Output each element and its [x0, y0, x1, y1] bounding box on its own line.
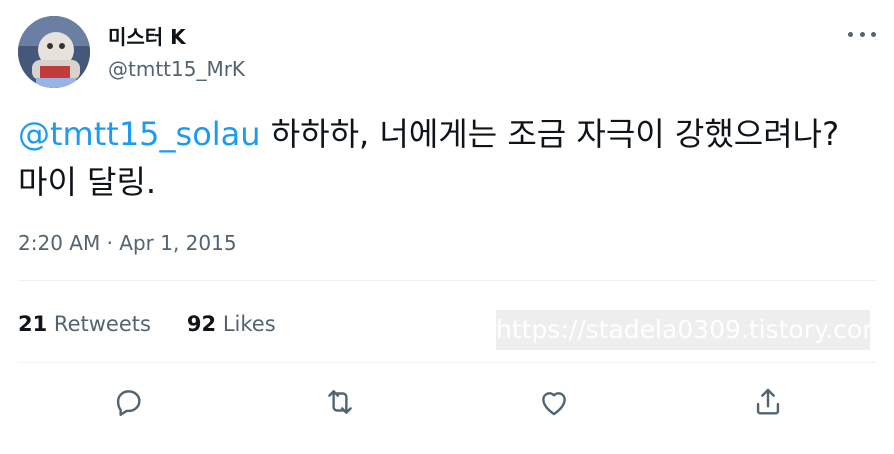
- tweet-stats: 21 Retweets 92 Likes: [18, 310, 276, 338]
- reply-icon[interactable]: [106, 380, 150, 424]
- author-display-name[interactable]: 미스터 K: [108, 24, 245, 50]
- tweet-header: 미스터 K @tmtt15_MrK: [18, 16, 876, 92]
- mention-link[interactable]: @tmtt15_solau: [18, 115, 261, 153]
- more-options-icon[interactable]: [848, 24, 876, 44]
- retweets-label: Retweets: [53, 312, 151, 336]
- watermark: https://stadela0309.tistory.com: [496, 310, 887, 350]
- author-handle[interactable]: @tmtt15_MrK: [108, 56, 245, 82]
- tweet-text: @tmtt15_solau 하하하, 너에게는 조금 자극이 강했으려나? 마이…: [18, 110, 868, 206]
- like-icon[interactable]: [532, 380, 576, 424]
- avatar-icon: [18, 16, 90, 88]
- tweet-actions: [18, 380, 876, 424]
- retweets-stat[interactable]: 21 Retweets: [18, 310, 151, 338]
- timestamp[interactable]: 2:20 AM · Apr 1, 2015: [18, 230, 237, 256]
- divider: [18, 280, 876, 281]
- likes-count: 92: [186, 312, 217, 336]
- share-icon[interactable]: [746, 380, 790, 424]
- retweets-count: 21: [18, 312, 48, 336]
- likes-stat[interactable]: 92 Likes: [187, 310, 276, 338]
- likes-label: Likes: [222, 312, 276, 336]
- divider: [18, 362, 876, 363]
- avatar[interactable]: [18, 16, 90, 88]
- retweet-icon[interactable]: [318, 380, 362, 424]
